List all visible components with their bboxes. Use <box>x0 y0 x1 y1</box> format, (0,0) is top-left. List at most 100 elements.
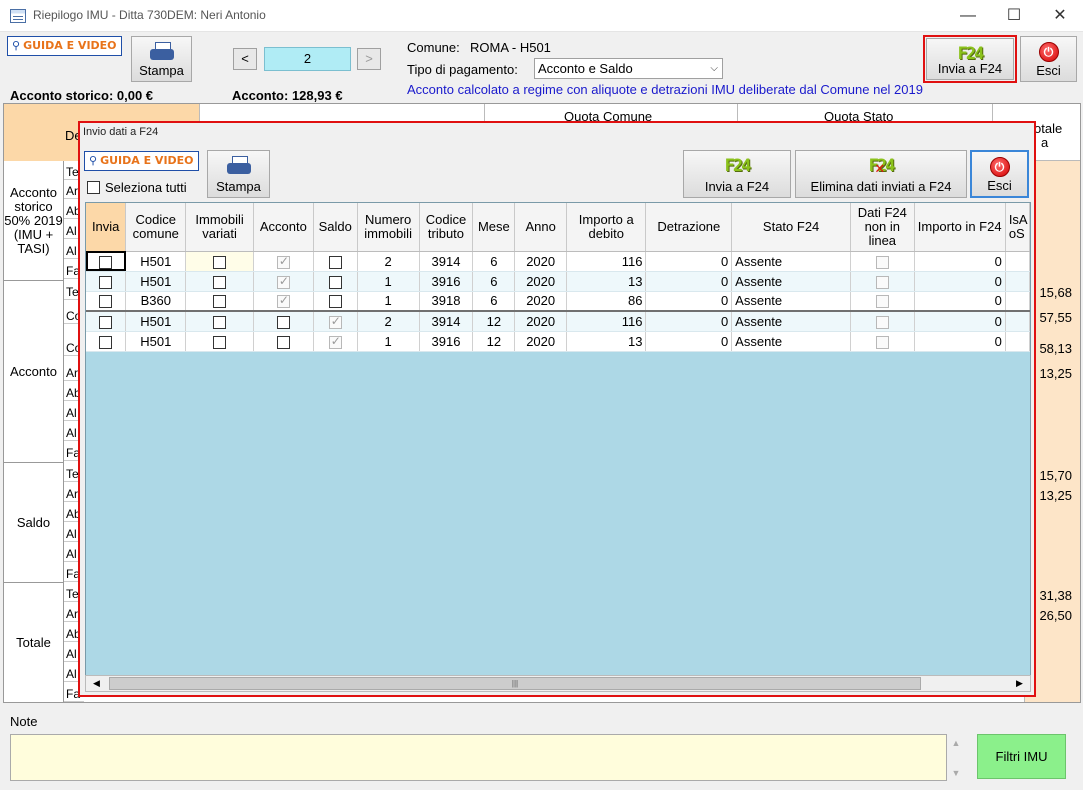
col-codice-tributo[interactable]: Codice tributo <box>419 203 474 252</box>
dialog-guida-video-button[interactable]: ⚲ GUIDA E VIDEO <box>84 151 199 171</box>
close-button[interactable]: ✕ <box>1037 0 1083 32</box>
numero-immobili-cell: 2 <box>357 310 420 332</box>
scroll-down-icon[interactable]: ▼ <box>949 768 963 778</box>
invia-cell[interactable] <box>86 291 127 312</box>
invia-cell[interactable] <box>86 271 127 292</box>
col-anno[interactable]: Anno <box>514 203 568 252</box>
printer-icon <box>226 156 251 176</box>
prev-page-button[interactable]: < <box>233 48 257 70</box>
immobili-variati-cell[interactable] <box>185 291 254 312</box>
table-row[interactable]: H501 1 3916 6 2020 13 0 Assente 0 <box>86 271 1030 292</box>
group-acconto-storico: Acconto storico 50% 2019 (IMU + TASI) <box>4 161 64 281</box>
note-textarea[interactable] <box>10 734 947 781</box>
anno-cell: 2020 <box>514 310 568 332</box>
immobili-variati-checkbox[interactable] <box>213 275 227 289</box>
stampa-button[interactable]: Stampa <box>131 36 192 82</box>
immobili-variati-checkbox[interactable] <box>213 255 227 269</box>
stato-f24-cell: Assente <box>731 291 852 312</box>
importo-f24-cell: 0 <box>914 331 1006 352</box>
filtri-imu-button[interactable]: Filtri IMU <box>977 734 1066 779</box>
elimina-dati-button[interactable]: F24 ✕ Elimina dati inviati a F24 <box>795 150 967 198</box>
guida-video-button[interactable]: ⚲ GUIDA E VIDEO <box>7 36 122 56</box>
col-stato-f24[interactable]: Stato F24 <box>731 203 852 252</box>
saldo-cell <box>313 310 358 332</box>
invia-cell[interactable] <box>86 331 127 352</box>
table-row[interactable]: H501 2 3914 12 2020 116 0 Assente 0 <box>86 310 1030 332</box>
immobili-variati-checkbox[interactable] <box>213 335 227 349</box>
dialog-invia-f24-button[interactable]: F24 Invia a F24 <box>683 150 791 198</box>
saldo-checkbox <box>328 275 342 289</box>
col-mese[interactable]: Mese <box>472 203 516 252</box>
acconto-total: Acconto: 128,93 € <box>232 88 343 103</box>
horizontal-scrollbar[interactable]: ◀ ||| ▶ <box>85 675 1031 692</box>
note-scrollbar[interactable]: ▲ ▼ <box>949 734 963 781</box>
col-detrazione[interactable]: Detrazione <box>645 203 733 252</box>
immobili-variati-cell[interactable] <box>185 251 254 272</box>
table-header-row: Invia Codice comune Immobili variati Acc… <box>86 203 1030 252</box>
importo-f24-cell: 0 <box>914 291 1006 312</box>
isaos-cell <box>1005 331 1030 352</box>
col-immobili-variati[interactable]: Immobili variati <box>185 203 254 252</box>
invia-checkbox[interactable] <box>99 255 113 269</box>
table-row[interactable]: B360 1 3918 6 2020 86 0 Assente 0 <box>86 291 1030 312</box>
importo-debito-cell: 13 <box>566 271 647 292</box>
col-isaos[interactable]: IsA oS <box>1005 203 1030 252</box>
scroll-left-icon[interactable]: ◀ <box>88 676 105 691</box>
minimize-button[interactable]: — <box>945 0 991 32</box>
col-numero-immobili[interactable]: Numero immobili <box>357 203 420 252</box>
app-icon <box>10 9 26 23</box>
table-row[interactable]: H501 2 3914 6 2020 116 0 Assente 0 <box>86 251 1030 272</box>
scroll-up-icon[interactable]: ▲ <box>949 738 963 748</box>
invia-checkbox[interactable] <box>99 335 113 349</box>
invia-checkbox[interactable] <box>99 275 113 289</box>
invia-cell[interactable] <box>86 251 127 272</box>
dialog-stampa-label: Stampa <box>216 179 261 194</box>
immobili-variati-cell[interactable] <box>185 271 254 292</box>
dialog-guida-video-label: GUIDA E VIDEO <box>100 154 194 167</box>
acconto-storico-total: Acconto storico: 0,00 € <box>10 88 154 103</box>
invia-f24-button[interactable]: F24 Invia a F24 <box>926 38 1014 80</box>
immobili-variati-cell[interactable] <box>185 331 254 352</box>
codice-tributo-cell: 3914 <box>419 251 474 272</box>
tipo-pagamento-label: Tipo di pagamento: <box>407 62 518 77</box>
numero-immobili-cell: 2 <box>357 251 420 272</box>
tipo-pagamento-select[interactable]: Acconto e Saldo ⌵ <box>534 58 723 79</box>
invia-checkbox[interactable] <box>99 295 113 309</box>
col-importo-debito[interactable]: Importo a debito <box>566 203 647 252</box>
maximize-button[interactable]: ☐ <box>991 0 1037 32</box>
col-saldo[interactable]: Saldo <box>313 203 358 252</box>
col-acconto[interactable]: Acconto <box>253 203 314 252</box>
scrollbar-thumb[interactable]: ||| <box>109 677 921 690</box>
stato-f24-cell: Assente <box>731 331 852 352</box>
seleziona-tutti-checkbox[interactable] <box>87 181 100 194</box>
immobili-variati-checkbox[interactable] <box>213 295 227 309</box>
group-totale: Totale <box>4 583 64 702</box>
col-invia[interactable]: Invia <box>86 203 127 252</box>
dialog-esci-button[interactable]: ⏻ Esci <box>970 150 1029 198</box>
detrazione-cell: 0 <box>645 251 733 272</box>
seleziona-tutti-label: Seleziona tutti <box>105 180 187 195</box>
numero-immobili-cell: 1 <box>357 271 420 292</box>
tipo-pagamento-value: Acconto e Saldo <box>538 61 633 76</box>
table-row[interactable]: H501 1 3916 12 2020 13 0 Assente 0 <box>86 331 1030 352</box>
detrazione-cell: 0 <box>645 331 733 352</box>
col-dati-f24-non-linea[interactable]: Dati F24 non in linea <box>850 203 915 252</box>
page-number-field[interactable]: 2 <box>264 47 351 71</box>
detrazione-cell: 0 <box>645 291 733 312</box>
col-importo-f24[interactable]: Importo in F24 <box>914 203 1006 252</box>
stato-f24-cell: Assente <box>731 271 852 292</box>
mese-cell: 6 <box>472 271 516 292</box>
power-icon: ⏻ <box>1038 42 1059 62</box>
scroll-right-icon[interactable]: ▶ <box>1011 676 1028 691</box>
immobili-variati-cell[interactable] <box>185 310 254 332</box>
next-page-button[interactable]: > <box>357 48 381 70</box>
dialog-stampa-button[interactable]: Stampa <box>207 150 270 198</box>
esci-button[interactable]: ⏻ Esci <box>1020 36 1077 82</box>
col-codice-comune[interactable]: Codice comune <box>125 203 187 252</box>
immobili-variati-checkbox[interactable] <box>213 315 227 329</box>
invia-checkbox[interactable] <box>99 315 113 329</box>
codice-comune-cell: H501 <box>125 331 187 352</box>
invia-cell[interactable] <box>86 310 127 332</box>
f24-delete-icon: F24 ✕ <box>868 156 896 177</box>
mese-cell: 12 <box>472 310 516 332</box>
